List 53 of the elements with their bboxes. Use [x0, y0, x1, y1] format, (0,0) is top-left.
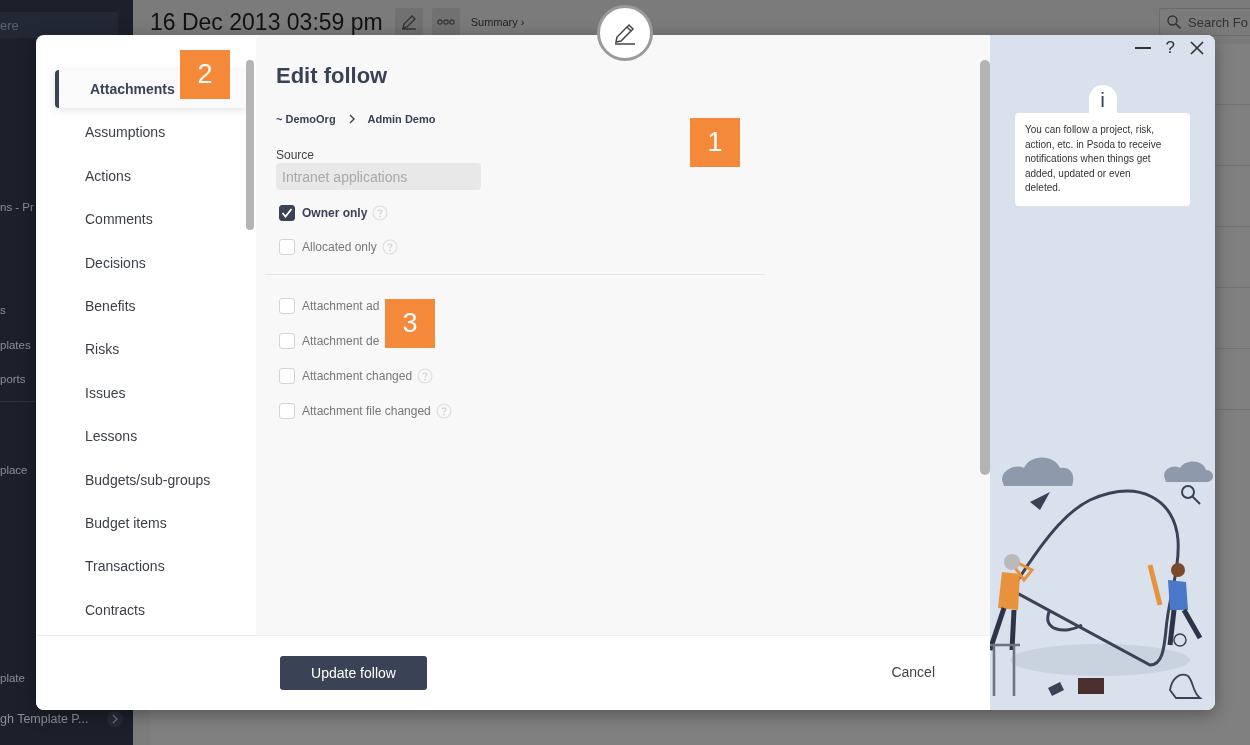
callout-number: 2 — [180, 50, 230, 99]
summary-link[interactable]: Summary › — [470, 16, 525, 28]
checkbox-label[interactable]: Allocated only — [302, 240, 377, 254]
nav-item[interactable]: Budget items — [36, 503, 246, 542]
nav-item[interactable]: Actions — [36, 156, 246, 195]
edit-button[interactable] — [394, 8, 423, 36]
scrollbar[interactable] — [246, 60, 254, 230]
dialog-title: Edit follow — [276, 63, 388, 89]
nav-item[interactable]: Contracts — [36, 590, 246, 629]
sidebar-item[interactable]: s — [0, 304, 6, 316]
breadcrumb-link[interactable]: ~ DemoOrg — [276, 113, 336, 125]
chevron-icon[interactable] — [107, 711, 123, 727]
help-button[interactable]: ? — [1165, 38, 1175, 58]
nav-item[interactable]: Benefits — [36, 286, 246, 325]
breadcrumb-link[interactable]: Admin Demo — [367, 113, 436, 125]
chevron-icon — [347, 114, 356, 124]
nav-item[interactable]: Budgets/sub-groups — [36, 460, 246, 499]
checkbox-label[interactable]: Attachment file changed — [302, 404, 431, 418]
nav-item[interactable]: Decisions — [36, 243, 246, 282]
info-text: You can follow a project, risk, action, etc. in Psoda to receive notifications when things get added, updated or even deleted. — [1015, 113, 1190, 206]
nav-item[interactable]: Assumptions — [36, 113, 246, 152]
search-icon — [1166, 14, 1182, 30]
help-icon[interactable] — [381, 239, 398, 255]
ellipsis-icon — [436, 18, 455, 26]
checkbox-label[interactable]: Attachment ad — [302, 299, 380, 313]
sidebar-item[interactable]: place — [0, 464, 28, 476]
field-label: Source — [276, 147, 315, 163]
nav-item[interactable]: Issues — [36, 373, 246, 412]
help-icon[interactable] — [435, 403, 452, 419]
close-icon[interactable] — [1189, 40, 1205, 56]
help-icon[interactable] — [372, 205, 389, 221]
sidebar-item[interactable]: gh Template P... — [0, 712, 89, 726]
more-button[interactable] — [431, 8, 460, 36]
callout-number: 3 — [385, 299, 435, 348]
sidebar-item[interactable]: ns - Pr — [0, 201, 34, 213]
checkbox-label[interactable]: Attachment de — [302, 334, 380, 348]
sidebar-item[interactable]: ports — [0, 373, 26, 385]
nav-item[interactable]: Transactions — [36, 547, 246, 586]
checkbox-label[interactable]: Owner only — [302, 206, 368, 220]
sidebar-item[interactable]: plate — [0, 672, 25, 684]
update-follow-button[interactable]: Update follow — [280, 656, 427, 690]
scrollbar[interactable] — [980, 60, 990, 475]
nav-item[interactable]: Comments — [36, 200, 246, 239]
sidebar-item[interactable]: plates — [0, 339, 31, 351]
pencil-icon — [399, 13, 418, 31]
checkbox-label[interactable]: Attachment changed — [302, 369, 413, 383]
cancel-link[interactable]: Cancel — [891, 664, 935, 680]
nav-item[interactable]: Lessons — [36, 417, 246, 456]
nav-item[interactable]: Risks — [36, 330, 246, 369]
checkbox[interactable] — [279, 205, 295, 221]
help-icon[interactable] — [417, 368, 434, 384]
record-title: 16 Dec 2013 03:59 pm — [150, 8, 383, 36]
callout-number: 1 — [690, 118, 740, 167]
